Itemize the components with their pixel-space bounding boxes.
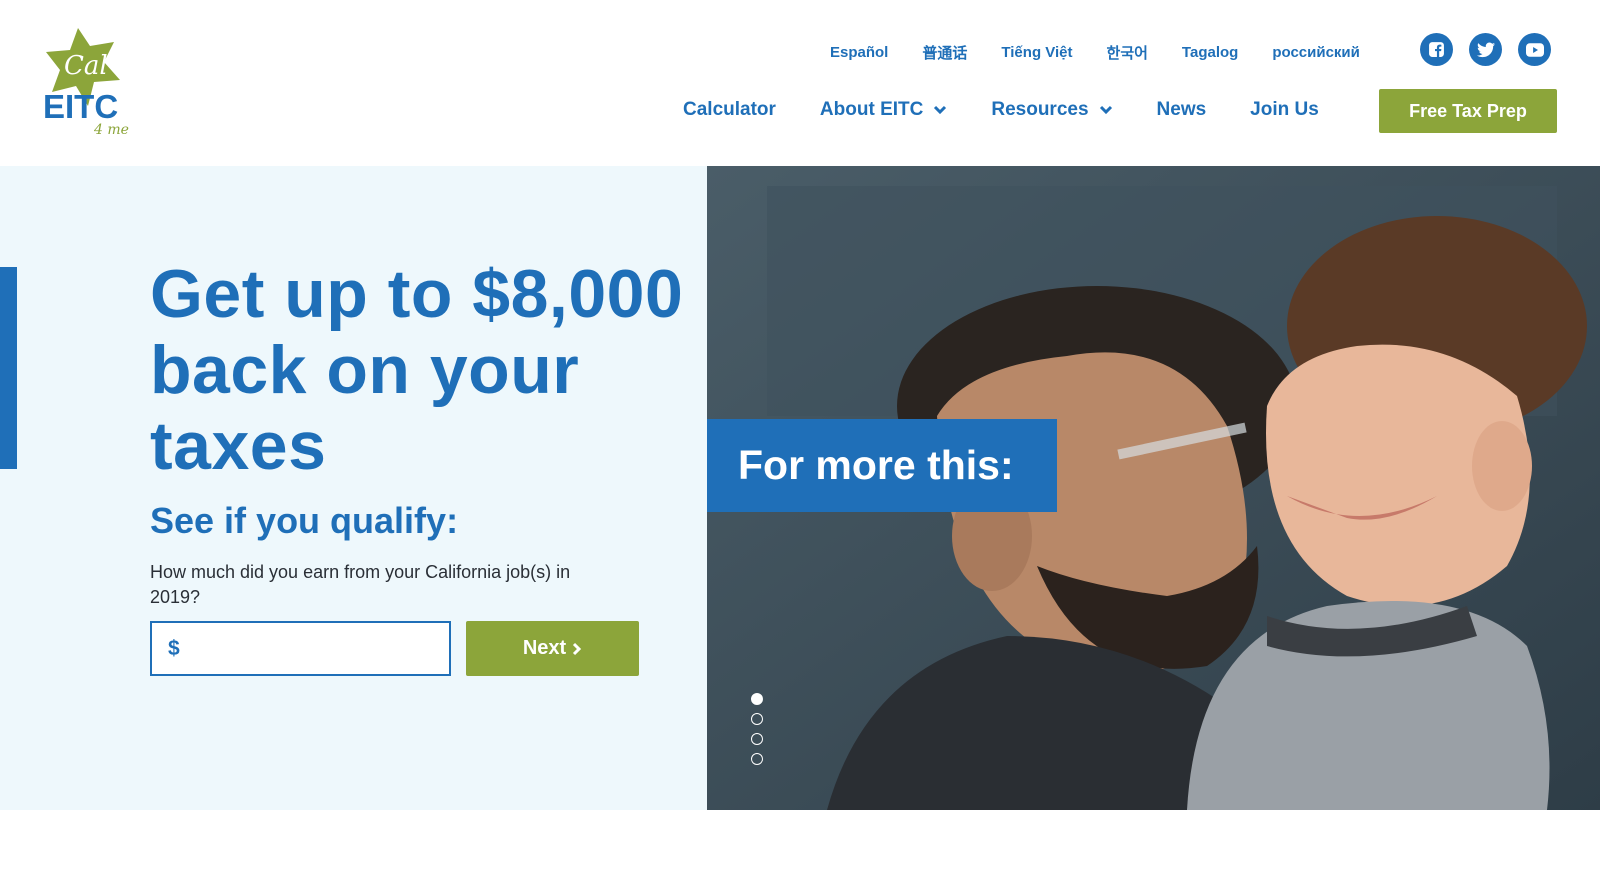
facebook-icon[interactable]: [1420, 33, 1453, 66]
chevron-right-icon: [572, 642, 582, 656]
svg-text:Cal: Cal: [64, 51, 108, 81]
twitter-icon[interactable]: [1469, 33, 1502, 66]
nav-join-us[interactable]: Join Us: [1250, 99, 1319, 121]
nav-about-eitc[interactable]: About EITC: [820, 99, 947, 121]
social-links: [1420, 33, 1551, 66]
caleitc4me-logo[interactable]: Cal EITC 4 me: [42, 26, 132, 138]
youtube-icon[interactable]: [1518, 33, 1551, 66]
carousel-dot-3[interactable]: [751, 733, 763, 745]
lang-vietnamese[interactable]: Tiếng Việt: [1001, 44, 1072, 61]
lang-tagalog[interactable]: Tagalog: [1182, 44, 1238, 61]
nav-about-eitc-label: About EITC: [819, 99, 924, 120]
nav-news[interactable]: News: [1157, 99, 1207, 121]
free-tax-prep-button[interactable]: Free Tax Prep: [1379, 89, 1557, 133]
earnings-input[interactable]: [187, 628, 438, 669]
hero-form-panel: Get up to $8,000 back on your taxes See …: [0, 166, 707, 810]
earnings-question: How much did you earn from your Californ…: [150, 562, 571, 607]
svg-text:EITC: EITC: [43, 88, 118, 125]
nav-resources-label: Resources: [991, 99, 1089, 120]
lang-russian[interactable]: российский: [1272, 44, 1360, 61]
next-button-label: Next: [522, 637, 567, 659]
lang-korean[interactable]: 한국어: [1107, 42, 1148, 63]
accent-bar: [0, 267, 17, 469]
earnings-field[interactable]: $: [150, 621, 451, 676]
dollar-sign: $: [168, 636, 180, 660]
nav-join-us-label: Join Us: [1250, 99, 1319, 120]
carousel-dot-1[interactable]: [751, 693, 763, 705]
svg-text:4 me: 4 me: [93, 122, 129, 138]
qualify-subhead: See if you qualify:: [150, 500, 459, 541]
carousel-caption: For more this:: [707, 419, 1057, 512]
chevron-down-icon: [1099, 105, 1113, 115]
nav-calculator[interactable]: Calculator: [683, 99, 776, 121]
nav-news-label: News: [1156, 99, 1207, 120]
nav-resources[interactable]: Resources: [991, 99, 1112, 121]
hero-carousel: For more this:: [707, 166, 1600, 810]
site-header: Cal EITC 4 me Español 普通话 Tiếng Việt 한국어…: [0, 0, 1600, 166]
language-switcher: Español 普通话 Tiếng Việt 한국어 Tagalog росси…: [830, 40, 1394, 64]
next-button[interactable]: Next: [466, 621, 639, 676]
carousel-pagination: [751, 693, 763, 773]
lang-mandarin[interactable]: 普通话: [922, 42, 967, 63]
carousel-dot-4[interactable]: [751, 753, 763, 765]
main-nav: Calculator About EITC Resources News Joi…: [683, 88, 1363, 132]
lang-espanol[interactable]: Español: [830, 44, 888, 61]
chevron-down-icon: [933, 105, 947, 115]
nav-calculator-label: Calculator: [683, 99, 776, 120]
hero-headline: Get up to $8,000 back on your taxes: [150, 256, 684, 484]
carousel-dot-2[interactable]: [751, 713, 763, 725]
